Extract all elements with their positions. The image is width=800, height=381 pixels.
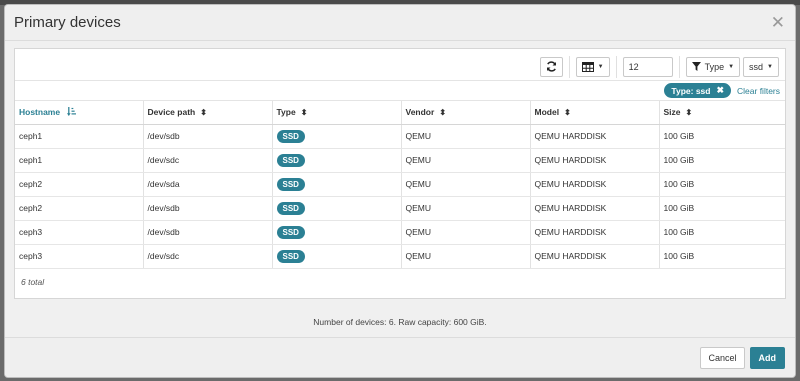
active-filter-badge: Type: ssd ✖ bbox=[664, 83, 732, 98]
cell-hostname: ceph3 bbox=[15, 220, 144, 245]
sort-icon: ⬍ bbox=[200, 108, 207, 118]
chevron-down-icon: ▼ bbox=[597, 63, 604, 70]
cell-type: SSD bbox=[272, 220, 402, 245]
cell-model: QEMU HARDDISK bbox=[530, 244, 660, 269]
filter-icon bbox=[691, 62, 701, 71]
type-badge: SSD bbox=[276, 225, 305, 239]
chevron-down-icon: ▼ bbox=[767, 63, 773, 70]
modal-header: Primary devices ✕ bbox=[5, 5, 795, 41]
cell-hostname: ceph2 bbox=[15, 172, 144, 197]
table-body: ceph1 /dev/sdb SSD QEMU QEMU HARDDISK 10… bbox=[15, 124, 785, 269]
table-header-row: Hostname Device path ⬍ Type ⬍ Vendor ⬍ M… bbox=[15, 101, 785, 125]
cell-vendor: QEMU bbox=[401, 196, 531, 221]
filter-value-label: ssd bbox=[749, 61, 764, 72]
chevron-down-icon: ▼ bbox=[728, 63, 735, 70]
active-filters-row: Type: ssd ✖ Clear filters bbox=[15, 81, 785, 101]
refresh-icon bbox=[546, 61, 556, 72]
cell-size: 100 GiB bbox=[659, 244, 785, 269]
table-row: ceph2 /dev/sda SSD QEMU QEMU HARDDISK 10… bbox=[15, 172, 785, 197]
clear-filters-link[interactable]: Clear filters bbox=[737, 86, 780, 96]
cell-model: QEMU HARDDISK bbox=[530, 124, 660, 149]
sort-icon: ⬍ bbox=[439, 108, 447, 118]
type-badge: SSD bbox=[276, 177, 305, 191]
capacity-summary: Number of devices: 6. Raw capacity: 600 … bbox=[313, 317, 487, 327]
cell-size: 100 GiB bbox=[659, 220, 785, 245]
table-row: ceph3 /dev/sdb SSD QEMU QEMU HARDDISK 10… bbox=[15, 220, 785, 245]
filter-type-label: Type bbox=[704, 61, 725, 72]
cell-model: QEMU HARDDISK bbox=[530, 172, 660, 197]
table-row: ceph2 /dev/sdb SSD QEMU QEMU HARDDISK 10… bbox=[15, 196, 785, 221]
cell-size: 100 GiB bbox=[659, 148, 785, 173]
cell-model: QEMU HARDDISK bbox=[530, 220, 660, 245]
cell-type: SSD bbox=[272, 172, 402, 197]
cell-device-path: /dev/sdc bbox=[143, 148, 273, 173]
cell-vendor: QEMU bbox=[401, 124, 531, 149]
cancel-button[interactable]: Cancel bbox=[700, 346, 745, 369]
cell-type: SSD bbox=[272, 244, 402, 269]
row-limit-input[interactable] bbox=[622, 56, 673, 77]
type-badge: SSD bbox=[276, 129, 305, 143]
cell-device-path: /dev/sdb bbox=[143, 124, 273, 149]
remove-filter-icon[interactable]: ✖ bbox=[716, 85, 724, 96]
type-badge: SSD bbox=[276, 201, 305, 215]
table-row: ceph1 /dev/sdb SSD QEMU QEMU HARDDISK 10… bbox=[15, 124, 785, 149]
cell-hostname: ceph3 bbox=[15, 244, 144, 269]
primary-devices-modal: Primary devices ✕ ▼ 12 Type ▼ ssd ▼ Type… bbox=[4, 4, 796, 378]
toolbar-separator bbox=[615, 55, 617, 78]
type-badge: SSD bbox=[276, 153, 305, 167]
type-badge: SSD bbox=[276, 249, 305, 263]
cell-vendor: QEMU bbox=[401, 148, 531, 173]
toolbar-separator bbox=[568, 55, 570, 78]
sort-ascending-icon bbox=[67, 107, 77, 117]
cell-hostname: ceph1 bbox=[15, 148, 144, 173]
column-header-type[interactable]: Type ⬍ bbox=[272, 101, 402, 125]
devices-table: Hostname Device path ⬍ Type ⬍ Vendor ⬍ M… bbox=[15, 101, 785, 269]
cell-vendor: QEMU bbox=[401, 244, 531, 269]
cell-type: SSD bbox=[272, 124, 402, 149]
table-columns-icon bbox=[581, 61, 594, 72]
cell-model: QEMU HARDDISK bbox=[530, 148, 660, 173]
table-row: ceph1 /dev/sdc SSD QEMU QEMU HARDDISK 10… bbox=[15, 148, 785, 173]
cell-size: 100 GiB bbox=[659, 172, 785, 197]
cell-hostname: ceph1 bbox=[15, 124, 144, 149]
devices-table-card: ▼ Type ▼ ssd ▼ Type bbox=[14, 48, 786, 299]
cell-size: 100 GiB bbox=[659, 196, 785, 221]
column-header-vendor[interactable]: Vendor ⬍ bbox=[401, 101, 531, 125]
sort-icon: ⬍ bbox=[564, 108, 571, 118]
cell-type: SSD bbox=[272, 148, 402, 173]
column-header-size[interactable]: Size ⬍ bbox=[659, 101, 785, 125]
sort-icon: ⬍ bbox=[685, 108, 693, 118]
column-header-hostname[interactable]: Hostname bbox=[15, 101, 144, 125]
add-button[interactable]: Add bbox=[749, 346, 785, 369]
filter-value-dropdown[interactable]: ssd ▼ bbox=[743, 56, 779, 77]
cell-hostname: ceph2 bbox=[15, 196, 144, 221]
cell-device-path: /dev/sdc bbox=[143, 244, 273, 269]
table-row: ceph3 /dev/sdc SSD QEMU QEMU HARDDISK 10… bbox=[15, 244, 785, 269]
close-icon[interactable]: ✕ bbox=[771, 14, 785, 31]
columns-dropdown-button[interactable]: ▼ bbox=[575, 56, 610, 77]
cell-size: 100 GiB bbox=[659, 124, 785, 149]
modal-body: ▼ Type ▼ ssd ▼ Type bbox=[5, 41, 795, 338]
cell-device-path: /dev/sda bbox=[143, 172, 273, 197]
column-header-model[interactable]: Model ⬍ bbox=[530, 101, 660, 125]
cell-vendor: QEMU bbox=[401, 220, 531, 245]
sort-icon: ⬍ bbox=[300, 108, 308, 118]
modal-title: Primary devices bbox=[14, 14, 121, 31]
table-total: 6 total bbox=[21, 277, 45, 287]
refresh-button[interactable] bbox=[539, 56, 563, 77]
active-filter-label: Type: ssd bbox=[671, 85, 711, 96]
cell-device-path: /dev/sdb bbox=[143, 196, 273, 221]
cell-vendor: QEMU bbox=[401, 172, 531, 197]
cell-model: QEMU HARDDISK bbox=[530, 196, 660, 221]
column-header-device-path[interactable]: Device path ⬍ bbox=[143, 101, 273, 125]
modal-footer: Cancel Add bbox=[5, 337, 795, 377]
cell-type: SSD bbox=[272, 196, 402, 221]
cell-device-path: /dev/sdb bbox=[143, 220, 273, 245]
table-toolbar: ▼ Type ▼ ssd ▼ bbox=[15, 53, 785, 81]
toolbar-separator bbox=[678, 55, 680, 78]
filter-type-button[interactable]: Type ▼ bbox=[685, 56, 741, 77]
